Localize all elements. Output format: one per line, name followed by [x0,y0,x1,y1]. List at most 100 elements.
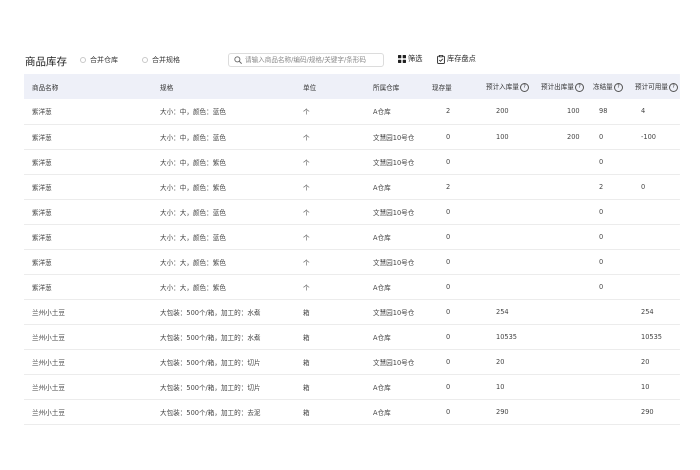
table-row[interactable]: 紫洋葱 大小：大，颜色：紫色 个 文慧园10号仓 0 0 [24,249,680,274]
table-row[interactable]: 紫洋葱 大小：中，颜色：紫色 个 文慧园10号仓 0 0 [24,149,680,174]
scroll-fade [678,74,700,424]
table-row[interactable]: 兰州小土豆 大包装：500个/箱，加工的：去泥 箱 A仓库 0 290 290 [24,399,680,424]
cell-expected-out [541,349,593,374]
grid-icon [398,55,406,63]
cell-expected-out [541,399,593,424]
page-title: 商品库存 [25,56,67,68]
cell-spec: 大包装：500个/箱，加工的：切片 [160,383,261,392]
inventory-table: 商品名称 规格 单位 所属仓库 现存量 预计入库量? 预计出库量? 冻结量? 预… [24,74,680,425]
table-row[interactable]: 兰州小土豆 大包装：500个/箱，加工的：切片 箱 A仓库 0 10 10 [24,374,680,399]
cell-expected-out [541,299,593,324]
radio-circle[interactable] [142,57,148,63]
column-header-frozen[interactable]: 冻结量? [593,74,635,99]
stocktake-button[interactable]: 库存盘点 [437,54,476,64]
cell-frozen [593,349,635,374]
merge-warehouse-radio[interactable]: 合并仓库 [80,55,118,65]
cell-warehouse: A仓库 [373,283,391,292]
radio-circle[interactable] [80,57,86,63]
cell-name: 兰州小土豆 [32,333,65,342]
table-row[interactable]: 紫洋葱 大小：大，颜色：蓝色 个 文慧园10号仓 0 0 [24,199,680,224]
cell-expected-available [635,249,680,274]
cell-expected-available: 20 [641,357,650,366]
cell-spec: 大小：中，颜色：蓝色 [160,133,226,142]
cell-frozen [593,299,635,324]
cell-expected-available: 290 [641,407,654,416]
cell-expected-in [486,149,541,174]
help-icon[interactable]: ? [519,82,529,92]
cell-expected-in: 200 [496,107,509,116]
table-row[interactable]: 兰州小土豆 大包装：500个/箱，加工的：切片 箱 文慧园10号仓 0 20 20 [24,349,680,374]
help-icon[interactable]: ? [668,82,678,92]
cell-name: 兰州小土豆 [32,383,65,392]
cell-warehouse: 文慧园10号仓 [373,208,415,217]
cell-name: 兰州小土豆 [32,408,65,417]
cell-frozen: 0 [599,157,604,166]
cell-frozen [593,374,635,399]
cell-name: 紫洋葱 [32,108,52,117]
cell-expected-available [635,274,680,299]
cell-unit: 箱 [303,408,310,417]
column-header-warehouse[interactable]: 所属仓库 [373,74,432,99]
cell-warehouse: 文慧园10号仓 [373,133,415,142]
column-header-stock[interactable]: 现存量 [432,74,486,99]
cell-expected-available [635,199,680,224]
cell-stock: 0 [446,232,451,241]
search-input[interactable] [245,56,381,64]
column-header-name[interactable]: 商品名称 [24,74,160,99]
cell-spec: 大小：大，颜色：蓝色 [160,233,226,242]
cell-warehouse: A仓库 [373,108,391,117]
table-row[interactable]: 紫洋葱 大小：中，颜色：蓝色 个 文慧园10号仓 0 100 200 0 -100 [24,124,680,149]
filter-button[interactable]: 筛选 [398,54,422,64]
column-header-expected-out[interactable]: 预计出库量? [541,74,593,99]
column-header-expected-in[interactable]: 预计入库量? [486,74,541,99]
table-row[interactable]: 紫洋葱 大小：大，颜色：紫色 个 A仓库 0 0 [24,274,680,299]
table-row[interactable]: 兰州小土豆 大包装：500个/箱，加工的：水煮 箱 文慧园10号仓 0 254 254 [24,299,680,324]
clipboard-icon [437,54,445,64]
column-header-spec[interactable]: 规格 [160,74,303,99]
cell-warehouse: A仓库 [373,408,391,417]
cell-frozen: 0 [599,282,604,291]
cell-unit: 箱 [303,358,310,367]
cell-expected-available: 4 [641,107,646,116]
search-box[interactable] [228,53,384,67]
cell-unit: 箱 [303,383,310,392]
cell-spec: 大包装：500个/箱，加工的：切片 [160,358,261,367]
cell-frozen: 0 [599,232,604,241]
cell-spec: 大小：中，颜色：蓝色 [160,108,226,117]
cell-unit: 个 [303,258,310,267]
table-row[interactable]: 紫洋葱 大小：中，颜色：紫色 个 A仓库 2 2 0 [24,174,680,199]
cell-stock: 0 [446,207,451,216]
cell-expected-available: 254 [641,307,654,316]
cell-name: 紫洋葱 [32,208,52,217]
cell-warehouse: A仓库 [373,183,391,192]
cell-name: 兰州小土豆 [32,358,65,367]
search-icon [234,56,242,64]
merge-warehouse-label: 合并仓库 [90,56,118,64]
cell-stock: 0 [446,307,451,316]
cell-expected-out [541,274,593,299]
column-header-expected-available[interactable]: 预计可用量? [635,74,680,99]
table-row[interactable]: 紫洋葱 大小：中，颜色：蓝色 个 A仓库 2 200 100 98 4 [24,99,680,124]
cell-unit: 个 [303,158,310,167]
table-row[interactable]: 紫洋葱 大小：大，颜色：蓝色 个 A仓库 0 0 [24,224,680,249]
cell-expected-available [635,149,680,174]
filter-label: 筛选 [408,54,423,63]
stocktake-label: 库存盘点 [447,54,476,63]
help-icon[interactable]: ? [574,82,584,92]
column-header-unit[interactable]: 单位 [303,74,373,99]
cell-expected-available: 0 [641,182,646,191]
cell-expected-in [486,224,541,249]
table-row[interactable]: 兰州小土豆 大包装：500个/箱，加工的：水煮 箱 A仓库 0 10535 10535 [24,324,680,349]
cell-expected-out [541,324,593,349]
merge-spec-radio[interactable]: 合并规格 [142,55,180,65]
cell-frozen [593,399,635,424]
help-icon[interactable]: ? [613,82,623,92]
cell-warehouse: 文慧园10号仓 [373,158,415,167]
expected-out-label: 预计出库量 [541,83,574,92]
cell-unit: 个 [303,183,310,192]
cell-expected-out [541,224,593,249]
cell-expected-out [541,249,593,274]
cell-unit: 箱 [303,308,310,317]
cell-stock: 0 [446,132,451,141]
cell-unit: 个 [303,133,310,142]
